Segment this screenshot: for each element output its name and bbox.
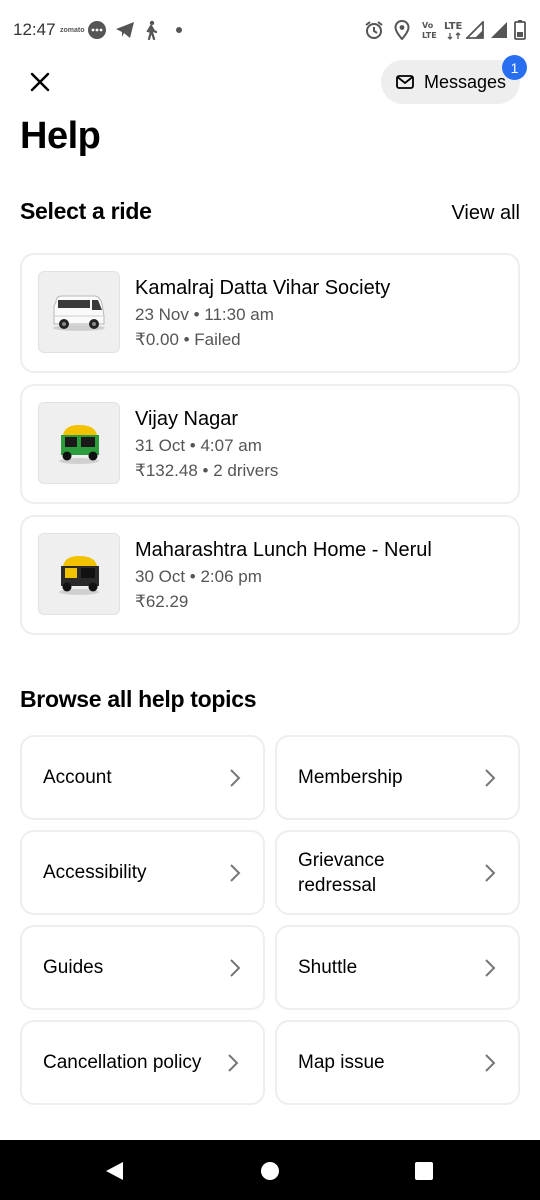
svg-text:LTE: LTE	[444, 21, 463, 32]
alarm-icon	[364, 18, 384, 42]
ride-detail: ₹132.48 • 2 drivers	[135, 461, 279, 480]
chevron-right-icon	[485, 768, 496, 787]
ride-card[interactable]: Kamalraj Datta Vihar Society 23 Nov • 11…	[20, 253, 520, 373]
location-icon	[394, 18, 410, 42]
view-all-link[interactable]: View all	[451, 202, 520, 225]
chevron-right-icon	[485, 863, 496, 882]
topic-label: Guides	[43, 957, 104, 978]
help-topics-heading: Browse all help topics	[20, 686, 257, 712]
auto-rickshaw-icon	[38, 402, 120, 484]
recents-square-icon	[415, 1162, 433, 1180]
van-icon	[38, 271, 120, 353]
telegram-icon	[115, 18, 135, 42]
topic-label: Accessibility	[43, 862, 147, 883]
ride-title: Kamalraj Datta Vihar Society	[135, 277, 391, 299]
ride-title: Maharashtra Lunch Home - Nerul	[135, 539, 432, 561]
messages-label: Messages	[424, 71, 507, 92]
status-bar: 12:47 zomato Vo LTE LTE	[0, 0, 540, 62]
chevron-right-icon	[230, 863, 241, 882]
topic-label: Grievance redressal	[298, 849, 385, 896]
chevron-right-icon	[230, 768, 241, 787]
close-button[interactable]	[20, 62, 60, 102]
volte-icon: Vo LTE	[421, 18, 439, 42]
system-nav-bar	[0, 1140, 540, 1200]
home-button[interactable]	[257, 1158, 283, 1184]
topic-guides[interactable]: Guides	[20, 925, 265, 1010]
topic-label: Cancellation policy	[43, 1052, 202, 1073]
dot-icon	[175, 18, 183, 42]
ride-detail: ₹0.00 • Failed	[135, 330, 241, 349]
auto-rickshaw-icon	[38, 533, 120, 615]
chevron-right-icon	[230, 958, 241, 977]
walking-icon	[143, 18, 159, 42]
chevron-right-icon	[485, 1053, 496, 1072]
topic-accessibility[interactable]: Accessibility	[20, 830, 265, 915]
topic-label: Membership	[298, 767, 403, 788]
topic-map-issue[interactable]: Map issue	[275, 1020, 520, 1105]
lte-icon: LTE	[444, 18, 466, 42]
topic-label: Map issue	[298, 1052, 385, 1073]
back-button[interactable]	[101, 1158, 127, 1184]
status-time: 12:47	[13, 20, 56, 39]
recents-button[interactable]	[411, 1158, 437, 1184]
home-circle-icon	[261, 1162, 279, 1180]
page-title: Help	[20, 115, 101, 157]
svg-text:LTE: LTE	[422, 31, 437, 40]
ride-card[interactable]: Maharashtra Lunch Home - Nerul 30 Oct • …	[20, 515, 520, 635]
messages-badge: 1	[502, 55, 527, 80]
back-triangle-icon	[106, 1162, 123, 1180]
mail-icon	[396, 75, 414, 89]
topic-label: Account	[43, 767, 112, 788]
chat-bubble-icon	[87, 18, 107, 42]
chevron-right-icon	[228, 1053, 239, 1072]
ride-title: Vijay Nagar	[135, 408, 239, 430]
topic-cancellation-policy[interactable]: Cancellation policy	[20, 1020, 265, 1105]
ride-card[interactable]: Vijay Nagar 31 Oct • 4:07 am ₹132.48 • 2…	[20, 384, 520, 504]
topic-membership[interactable]: Membership	[275, 735, 520, 820]
zomato-label: zomato	[60, 26, 85, 34]
topic-account[interactable]: Account	[20, 735, 265, 820]
select-ride-heading: Select a ride	[20, 198, 152, 224]
topic-label: Shuttle	[298, 957, 358, 978]
topic-grievance-redressal[interactable]: Grievance redressal	[275, 830, 520, 915]
signal-icon	[490, 18, 508, 42]
battery-icon	[514, 18, 526, 42]
topic-shuttle[interactable]: Shuttle	[275, 925, 520, 1010]
ride-datetime: 23 Nov • 11:30 am	[135, 305, 274, 324]
ride-datetime: 31 Oct • 4:07 am	[135, 436, 262, 455]
messages-button[interactable]: Messages	[381, 60, 520, 104]
close-icon	[30, 72, 50, 92]
svg-text:Vo: Vo	[422, 21, 434, 30]
ride-detail: ₹62.29	[135, 592, 189, 611]
zomato-icon: zomato	[60, 18, 85, 42]
ride-datetime: 30 Oct • 2:06 pm	[135, 567, 262, 586]
chevron-right-icon	[485, 958, 496, 977]
signal-icon	[466, 18, 484, 42]
